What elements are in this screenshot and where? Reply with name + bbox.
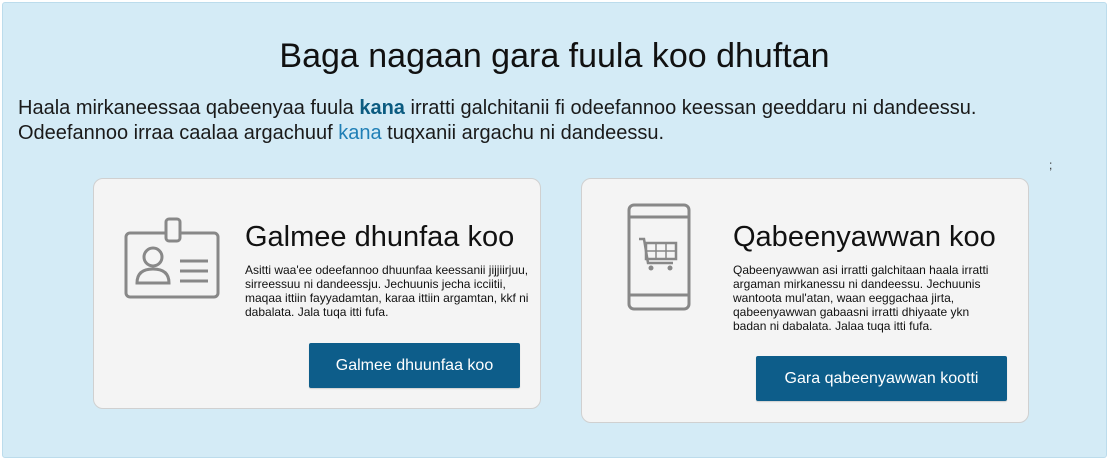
card-description-assets: Qabeenyawwan asi irratti galchitaan haal… [733,263,989,333]
card-heading-assets: Qabeenyawwan koo [733,221,996,253]
intro-text: Haala mirkaneessaa qabeenyaa fuula kana … [18,96,1078,146]
page-title: Baga nagaan gara fuula koo dhuftan [279,37,830,75]
intro-text-part3: tuqxanii argachu ni dandeessu. [381,122,665,144]
phone-cart-icon [627,203,691,311]
personal-profile-card: Galmee dhunfaa koo Asitti waa'ee odeefan… [93,178,541,409]
my-assets-button[interactable]: Gara qabeenyawwan kootti [756,356,1007,401]
card-heading-profile: Galmee dhunfaa koo [245,221,515,253]
intro-link-kana-bold[interactable]: kana [359,97,405,119]
intro-link-kana[interactable]: kana [338,122,381,144]
my-profile-button[interactable]: Galmee dhuunfaa koo [309,343,520,388]
stray-semicolon: ; [1049,158,1053,172]
my-assets-card: Qabeenyawwan koo Qabeenyawwan asi irratt… [581,178,1029,423]
card-description-profile: Asitti waa'ee odeefannoo dhuunfaa keessa… [245,263,529,319]
id-card-icon [124,217,220,299]
intro-text-part1: Haala mirkaneessaa qabeenyaa fuula [18,97,360,119]
